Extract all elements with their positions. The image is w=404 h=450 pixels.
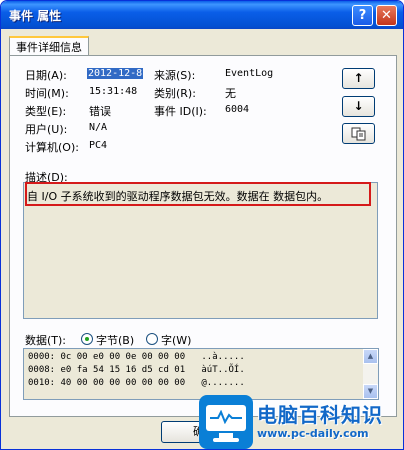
arrow-down-icon: ↓ [353,99,364,113]
highlight-annotation [25,182,371,206]
category-value: 无 [225,87,236,100]
hex-row: 0008: e0 fa 54 15 16 d5 cd 01 àúT..ÕÍ. [28,365,245,375]
data-scrollbar[interactable]: ▲ ▼ [363,349,378,399]
watermark-url: www.pc-daily.com [257,427,369,440]
category-label: 类别(R): [154,87,196,100]
copy-button[interactable] [342,123,375,144]
hex-row: 0010: 40 00 00 00 00 00 00 00 @....... [28,378,245,388]
bytes-radio-label[interactable]: 字节(B) [96,332,134,348]
user-label: 用户(U): [25,123,68,136]
close-button[interactable]: ✕ [376,5,397,26]
computer-value: PC4 [89,140,108,151]
monitor-logo-icon [199,395,253,449]
type-value: 错误 [89,105,111,118]
date-label: 日期(A): [25,69,67,82]
watermark-title: 电脑百科知识 [257,403,383,427]
source-label: 来源(S): [154,69,196,82]
watermark: 电脑百科知识 www.pc-daily.com [199,393,403,449]
event-id-label: 事件 ID(I): [154,105,207,118]
arrow-up-icon: ↑ [353,71,364,85]
words-radio-label[interactable]: 字(W) [161,332,191,348]
type-label: 类型(E): [25,105,67,118]
hex-row: 0000: 0c 00 e0 00 0e 00 00 00 ..à..... [28,352,245,362]
bytes-radio[interactable] [81,333,93,345]
user-value: N/A [89,122,108,133]
next-event-button[interactable]: ↓ [342,96,375,117]
title-bar[interactable]: 事件 属性 ? ✕ [1,1,403,29]
previous-event-button[interactable]: ↑ [342,68,375,89]
scroll-up-icon[interactable]: ▲ [363,349,378,364]
source-value: EventLog [225,68,274,79]
time-label: 时间(M): [25,87,69,100]
help-button[interactable]: ? [352,5,373,26]
copy-icon [351,127,365,141]
event-properties-window: 事件 属性 ? ✕ 事件详细信息 日期(A): 2012-12-8 来源(S):… [0,0,404,450]
data-label: 数据(T): [25,334,67,347]
event-id-value: 6004 [225,104,250,115]
date-value-text: 2012-12-8 [87,68,144,79]
words-radio[interactable] [146,333,158,345]
time-value: 15:31:48 [89,86,138,97]
window-title: 事件 属性 [9,9,62,23]
date-value[interactable]: 2012-12-8 [87,68,144,79]
tab-event-details[interactable]: 事件详细信息 [9,36,89,56]
computer-label: 计算机(O): [25,141,79,154]
